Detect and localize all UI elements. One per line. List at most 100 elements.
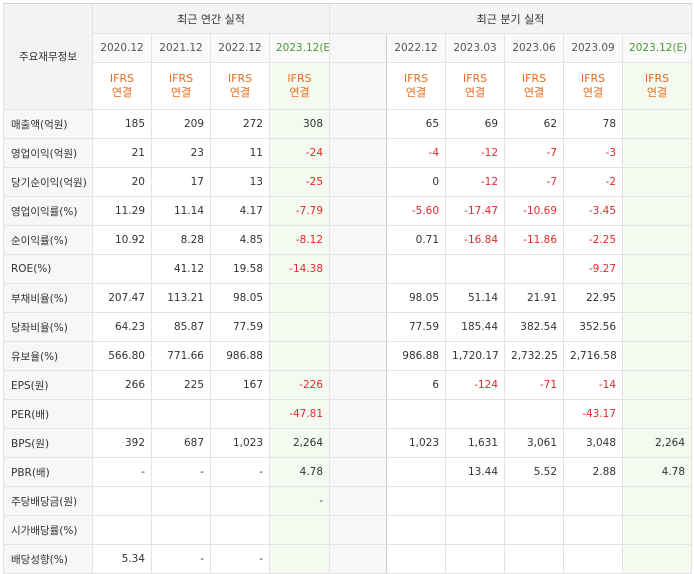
value-cell: - <box>210 544 270 574</box>
value-cell <box>445 399 506 429</box>
value-cell: -124 <box>445 370 506 400</box>
value-cell: 266 <box>92 370 152 400</box>
value-cell: -25 <box>268 167 331 197</box>
period-header: 2023.09 <box>563 33 624 63</box>
value-cell: 6 <box>386 370 447 400</box>
table-row: 당기순이익(억원) 20 17 13 -25 0 -12 -7 -2 <box>3 167 693 197</box>
value-cell: 771.66 <box>151 341 211 371</box>
ifrs-label: IFRS <box>462 72 488 85</box>
value-cell: -14.38 <box>268 254 331 284</box>
value-cell <box>268 283 331 313</box>
row-label: PBR(배) <box>3 457 93 487</box>
value-cell: 78 <box>563 109 624 139</box>
table-body: 매출액(억원) 185 209 272 308 65 69 62 78 영업이익(억원) 21 23 1… <box>3 109 693 574</box>
gap-cell <box>329 370 388 400</box>
table-row: EPS(원) 266 225 167 -226 6 -124 -71 -14 <box>3 370 693 400</box>
value-cell <box>268 312 331 342</box>
value-cell <box>622 341 693 371</box>
table-row: 주당배당금(원) - <box>3 486 693 516</box>
value-cell: -7.79 <box>268 196 331 226</box>
value-cell: 5.52 <box>504 457 565 487</box>
value-cell: -9.27 <box>563 254 624 284</box>
ifrs-header: IFRS 연결 <box>386 62 447 110</box>
value-cell: 20 <box>92 167 152 197</box>
value-cell <box>386 515 447 545</box>
value-cell <box>622 167 693 197</box>
value-cell: 167 <box>210 370 270 400</box>
value-cell: 185 <box>92 109 152 139</box>
table-row: 유보율(%) 566.80 771.66 986.88 986.88 1,720.17 2,… <box>3 341 693 371</box>
value-cell: 10.92 <box>92 225 152 255</box>
value-cell: 1,023 <box>210 428 270 458</box>
value-cell: 21.91 <box>504 283 565 313</box>
value-cell: 98.05 <box>210 283 270 313</box>
ifrs-header: IFRS 연결 <box>268 62 331 110</box>
value-cell: 77.59 <box>386 312 447 342</box>
value-cell: -5.60 <box>386 196 447 226</box>
table-row: 매출액(억원) 185 209 272 308 65 69 62 78 <box>3 109 693 139</box>
value-cell <box>504 515 565 545</box>
annual-title: 최근 연간 실적 <box>91 3 331 34</box>
period-header: 2020.12 <box>92 33 152 63</box>
value-cell: 1,023 <box>386 428 447 458</box>
row-label: ROE(%) <box>3 254 93 284</box>
value-cell: 17 <box>151 167 211 197</box>
value-cell <box>622 254 693 284</box>
row-label-header: 주요재무정보 <box>3 3 93 110</box>
quarter-title: 최근 분기 실적 <box>329 3 693 34</box>
table-row: 영업이익률(%) 11.29 11.14 4.17 -7.79 -5.60 -17.47 -1… <box>3 196 693 226</box>
period-header: 2021.12 <box>151 33 211 63</box>
value-cell <box>268 341 331 371</box>
value-cell: -8.12 <box>268 225 331 255</box>
row-label: BPS(원) <box>3 428 93 458</box>
value-cell <box>210 486 270 516</box>
ifrs-header: IFRS 연결 <box>445 62 506 110</box>
ifrs-label: IFRS <box>580 72 606 85</box>
value-cell: 2,264 <box>268 428 331 458</box>
value-cell <box>622 138 693 168</box>
value-cell <box>92 486 152 516</box>
value-cell <box>622 312 693 342</box>
row-label: 당좌비율(%) <box>3 312 93 342</box>
gap-cell <box>329 515 388 545</box>
value-cell: 352.56 <box>563 312 624 342</box>
value-cell: 113.21 <box>151 283 211 313</box>
gap-cell <box>329 428 388 458</box>
value-cell: 19.58 <box>210 254 270 284</box>
gap-cell <box>329 109 388 139</box>
value-cell <box>210 399 270 429</box>
value-cell: -3.45 <box>563 196 624 226</box>
value-cell: -2.25 <box>563 225 624 255</box>
value-cell: 4.78 <box>622 457 693 487</box>
value-cell <box>268 515 331 545</box>
consolidated-label: 연결 <box>289 86 310 99</box>
value-cell: 0 <box>386 167 447 197</box>
value-cell: -17.47 <box>445 196 506 226</box>
value-cell: 4.17 <box>210 196 270 226</box>
value-cell: 0.71 <box>386 225 447 255</box>
row-label: 당기순이익(억원) <box>3 167 93 197</box>
value-cell: 65 <box>386 109 447 139</box>
value-cell <box>445 254 506 284</box>
value-cell: -24 <box>268 138 331 168</box>
value-cell: - <box>210 457 270 487</box>
ifrs-header: IFRS 연결 <box>622 62 693 110</box>
value-cell: 85.87 <box>151 312 211 342</box>
value-cell: -7 <box>504 138 565 168</box>
value-cell <box>622 486 693 516</box>
value-cell <box>210 515 270 545</box>
value-cell: 1,631 <box>445 428 506 458</box>
value-cell: 986.88 <box>210 341 270 371</box>
value-cell <box>151 515 211 545</box>
table-row: PBR(배) - - -4.78 13.44 5.52 2.88 4.78 <box>3 457 693 487</box>
value-cell <box>386 254 447 284</box>
value-cell: 185.44 <box>445 312 506 342</box>
value-cell: 21 <box>92 138 152 168</box>
value-cell: -16.84 <box>445 225 506 255</box>
value-cell <box>563 515 624 545</box>
value-cell: 4.85 <box>210 225 270 255</box>
value-cell <box>92 515 152 545</box>
value-cell <box>622 109 693 139</box>
value-cell <box>622 196 693 226</box>
value-cell: 1,720.17 <box>445 341 506 371</box>
